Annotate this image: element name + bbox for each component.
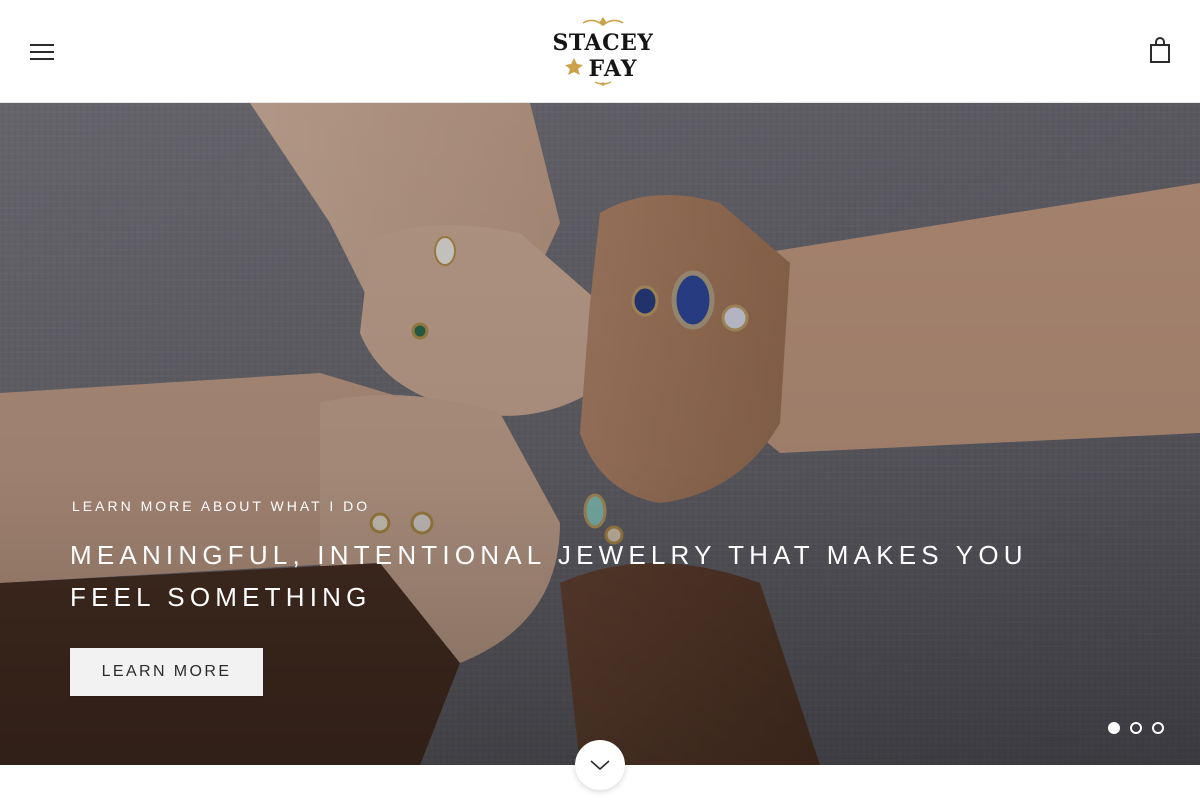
shopping-bag-icon xyxy=(1150,37,1170,63)
logo-line-2: FAY xyxy=(588,56,637,82)
scroll-down-button[interactable] xyxy=(575,740,625,790)
hero-title: MEANINGFUL, INTENTIONAL JEWELRY THAT MAK… xyxy=(70,540,1028,612)
cart-button[interactable] xyxy=(1144,34,1176,68)
menu-button[interactable] xyxy=(26,36,58,68)
hamburger-menu-icon xyxy=(30,44,54,60)
slide-dot-1[interactable] xyxy=(1108,722,1120,734)
site-logo[interactable]: STACEY FAY xyxy=(552,14,653,88)
slide-dot-3[interactable] xyxy=(1152,722,1164,734)
hero-slideshow: LEARN MORE ABOUT WHAT I DO MEANINGFUL, I… xyxy=(0,103,1200,765)
slideshow-pagination xyxy=(1108,722,1164,736)
chevron-down-icon xyxy=(590,760,610,771)
site-header: STACEY FAY xyxy=(0,0,1200,103)
hero-text-block: LEARN MORE ABOUT WHAT I DO MEANINGFUL, I… xyxy=(70,498,1130,618)
learn-more-button[interactable]: LEARN MORE xyxy=(70,648,263,696)
slide-dot-2[interactable] xyxy=(1130,722,1142,734)
logo-line-1: STACEY xyxy=(553,30,653,56)
hero-eyebrow: LEARN MORE ABOUT WHAT I DO xyxy=(72,498,371,514)
stacey-fay-logo-icon: STACEY FAY xyxy=(552,17,653,86)
